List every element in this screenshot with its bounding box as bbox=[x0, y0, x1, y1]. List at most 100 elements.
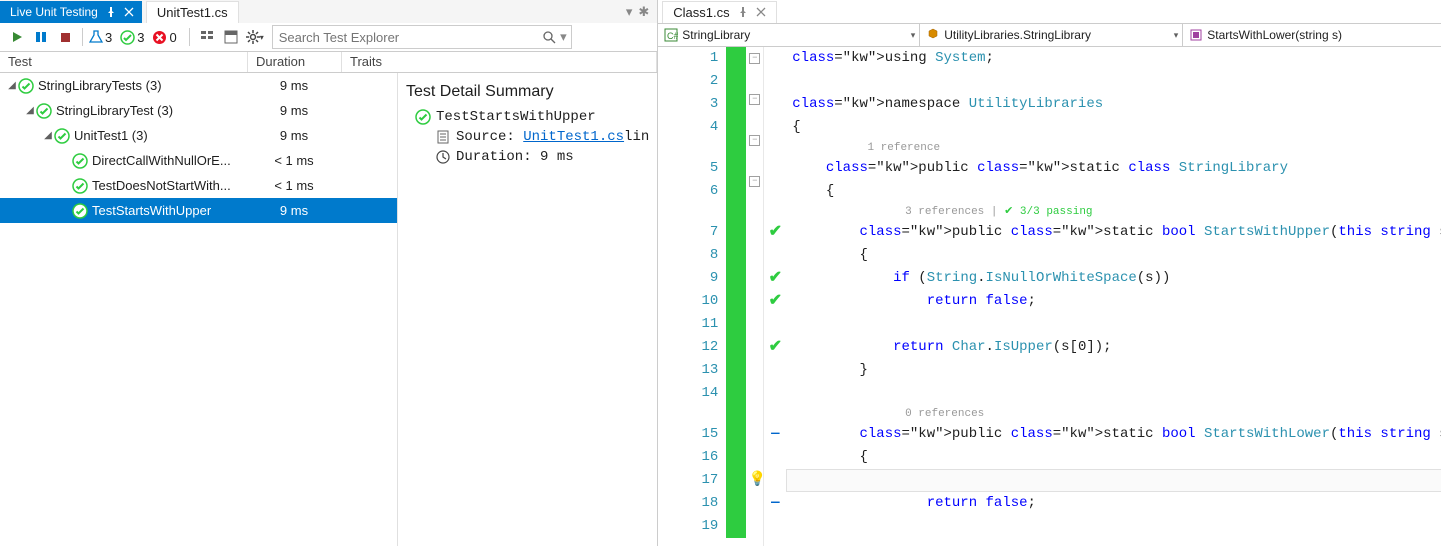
code-line[interactable] bbox=[792, 70, 1441, 93]
code-line[interactable]: if (String.IsNullOrWhiteSpace(s)) bbox=[792, 469, 1441, 492]
covered-mark-icon: ✔ bbox=[769, 292, 782, 310]
coverage-bar bbox=[726, 382, 746, 405]
nav-member[interactable]: StartsWithLower(string s)▾ bbox=[1183, 24, 1441, 46]
close-icon[interactable] bbox=[124, 7, 134, 17]
tab-live-unit-testing[interactable]: Live Unit Testing bbox=[0, 1, 142, 23]
coverage-bar bbox=[726, 313, 746, 336]
code-line[interactable]: { bbox=[792, 116, 1441, 139]
col-test[interactable]: Test bbox=[0, 52, 248, 72]
nav-type[interactable]: UtilityLibraries.StringLibrary▾ bbox=[920, 24, 1183, 46]
gear-icon[interactable]: ✱ bbox=[638, 4, 649, 20]
tab-unittest1[interactable]: UnitTest1.cs bbox=[146, 1, 239, 23]
line-number: 6 bbox=[658, 180, 718, 203]
code-line[interactable]: { bbox=[792, 446, 1441, 469]
expand-icon[interactable]: ◢ bbox=[24, 105, 36, 116]
class-icon bbox=[926, 28, 940, 42]
test-tree-row[interactable]: TestDoesNotStartWith...< 1 ms bbox=[0, 173, 397, 198]
code-line[interactable]: } bbox=[792, 359, 1441, 382]
clock-icon bbox=[434, 150, 452, 164]
nav-bar: C# StringLibrary▾ UtilityLibraries.Strin… bbox=[658, 23, 1441, 47]
search-dropdown[interactable]: ▾ bbox=[560, 29, 567, 45]
stop-button[interactable] bbox=[54, 26, 76, 48]
tab-label: UnitTest1.cs bbox=[157, 5, 228, 20]
coverage-bar bbox=[726, 515, 746, 538]
test-duration: 9 ms bbox=[247, 128, 341, 143]
window-position-icon[interactable]: ▾ bbox=[626, 4, 633, 20]
code-line[interactable] bbox=[792, 515, 1441, 538]
code-line[interactable]: { bbox=[792, 180, 1441, 203]
fail-icon bbox=[152, 30, 167, 45]
code-line[interactable] bbox=[792, 382, 1441, 405]
code-line[interactable]: class="kw">public class="kw">static bool… bbox=[792, 221, 1441, 244]
test-name: UnitTest1 (3) bbox=[74, 128, 247, 143]
test-tree-row[interactable]: TestStartsWithUpper9 ms bbox=[0, 198, 397, 223]
fail-count[interactable]: 0 bbox=[152, 30, 176, 45]
col-duration[interactable]: Duration bbox=[248, 52, 342, 72]
code-line[interactable]: return Char.IsUpper(s[0]); bbox=[792, 336, 1441, 359]
code-line[interactable]: class="kw">using System; bbox=[792, 47, 1441, 70]
pin-icon[interactable] bbox=[738, 7, 748, 17]
expand-icon[interactable]: ◢ bbox=[6, 80, 18, 91]
lightbulb-icon[interactable]: 💡 bbox=[749, 472, 766, 488]
test-tree-row[interactable]: ◢ UnitTest1 (3)9 ms bbox=[0, 123, 397, 148]
coverage-bar bbox=[726, 180, 746, 203]
test-duration: < 1 ms bbox=[247, 178, 341, 193]
flask-count[interactable]: 3 bbox=[89, 30, 112, 45]
detail-duration-row: Duration: 9 ms bbox=[434, 149, 649, 165]
search-box[interactable]: ▾ bbox=[272, 25, 572, 49]
search-input[interactable] bbox=[277, 28, 542, 47]
editor-tabs: Class1.cs bbox=[658, 0, 1441, 23]
tab-class1[interactable]: Class1.cs bbox=[662, 1, 776, 23]
coverage-bar bbox=[726, 446, 746, 469]
codelens[interactable]: 3 references | ✔ 3/3 passing bbox=[792, 203, 1441, 221]
test-tree-row[interactable]: DirectCallWithNullOrE...< 1 ms bbox=[0, 148, 397, 173]
expand-icon[interactable]: ◢ bbox=[42, 130, 54, 141]
tab-label: Live Unit Testing bbox=[10, 5, 98, 19]
group-by-button[interactable] bbox=[196, 26, 218, 48]
code-line[interactable]: class="kw">namespace UtilityLibraries bbox=[792, 93, 1441, 116]
code-content[interactable]: class="kw">using System; class="kw">name… bbox=[786, 47, 1441, 546]
test-duration: < 1 ms bbox=[247, 153, 341, 168]
close-icon[interactable] bbox=[756, 7, 766, 17]
code-line[interactable]: { bbox=[792, 244, 1441, 267]
settings-button[interactable]: ▾ bbox=[244, 26, 266, 48]
test-tree-row[interactable]: ◢StringLibraryTests (3)9 ms bbox=[0, 73, 397, 98]
search-icon[interactable] bbox=[542, 30, 556, 44]
uncovered-mark-icon: — bbox=[771, 495, 779, 511]
test-tree-row[interactable]: ◢StringLibraryTest (3)9 ms bbox=[0, 98, 397, 123]
code-line[interactable]: class="kw">public class="kw">static clas… bbox=[792, 157, 1441, 180]
pause-button[interactable] bbox=[30, 26, 52, 48]
pass-count[interactable]: 3 bbox=[120, 30, 144, 45]
left-tab-bar: Live Unit Testing UnitTest1.cs ▾ ✱ bbox=[0, 0, 657, 23]
code-line[interactable]: return false; bbox=[792, 290, 1441, 313]
codelens[interactable]: 0 references bbox=[792, 405, 1441, 423]
layout-button[interactable] bbox=[220, 26, 242, 48]
detail-test-name-row: TestStartsWithUpper bbox=[414, 109, 649, 125]
fold-cell[interactable]: − bbox=[746, 88, 763, 111]
detail-source-row: Source: UnitTest1.cs lin bbox=[434, 129, 649, 145]
code-line[interactable]: return false; bbox=[792, 492, 1441, 515]
code-editor[interactable]: 12345678910111213141516171819 −−−− ✔✔✔✔—… bbox=[658, 47, 1441, 546]
source-label: Source: bbox=[456, 129, 515, 145]
code-line[interactable]: class="kw">public class="kw">static bool… bbox=[792, 423, 1441, 446]
code-line[interactable] bbox=[792, 313, 1441, 336]
fold-cell[interactable]: − bbox=[746, 170, 763, 193]
col-traits[interactable]: Traits bbox=[342, 52, 657, 72]
line-number: 2 bbox=[658, 70, 718, 93]
source-link[interactable]: UnitTest1.cs bbox=[523, 129, 624, 145]
code-line[interactable]: if (String.IsNullOrWhiteSpace(s)) bbox=[792, 267, 1441, 290]
line-numbers: 12345678910111213141516171819 bbox=[658, 47, 726, 546]
fold-cell[interactable]: − bbox=[746, 47, 763, 70]
pin-icon[interactable] bbox=[106, 7, 116, 17]
svg-text:C#: C# bbox=[667, 31, 678, 41]
line-number: 13 bbox=[658, 359, 718, 382]
method-icon bbox=[1189, 28, 1203, 42]
line-number: 1 bbox=[658, 47, 718, 70]
nav-scope[interactable]: C# StringLibrary▾ bbox=[658, 24, 920, 46]
fold-cell[interactable]: − bbox=[746, 129, 763, 152]
test-name: StringLibraryTest (3) bbox=[56, 103, 247, 118]
run-button[interactable] bbox=[6, 26, 28, 48]
test-name: DirectCallWithNullOrE... bbox=[92, 153, 247, 168]
flask-icon bbox=[89, 30, 103, 44]
codelens[interactable]: 1 reference bbox=[792, 139, 1441, 157]
